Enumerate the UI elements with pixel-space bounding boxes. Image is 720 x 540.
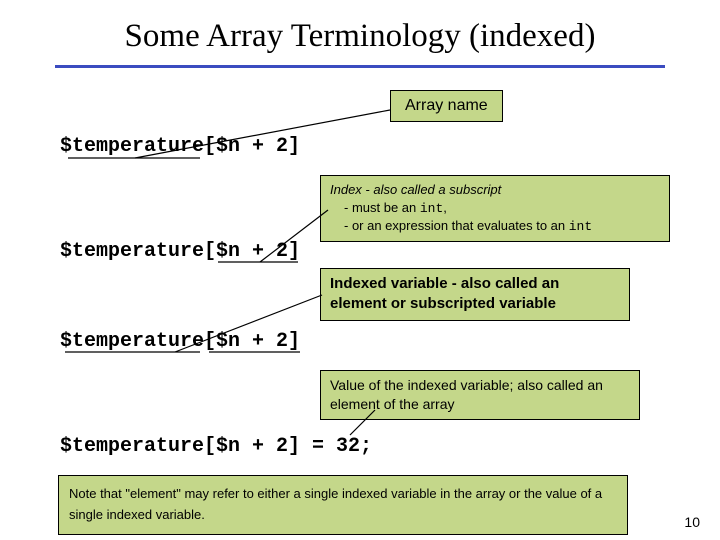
index-title: Index - also called a subscript: [330, 182, 501, 197]
code-line-3: $temperature[$n + 2]: [60, 330, 300, 353]
slide-title: Some Array Terminology (indexed): [0, 0, 720, 65]
annotation-index: Index - also called a subscript - must b…: [320, 175, 670, 242]
title-underline: [55, 65, 665, 68]
index-int1: int: [420, 201, 443, 216]
note-box: Note that "element" may refer to either …: [58, 475, 628, 535]
annotation-indexed-variable: Indexed variable - also called an elemen…: [320, 268, 630, 321]
index-int2: int: [569, 219, 592, 234]
index-bullet1-cont: ,: [443, 200, 447, 215]
code-line-4: $temperature[$n + 2] = 32;: [60, 435, 372, 458]
index-bullet2: - or an expression that evaluates to an: [344, 218, 569, 233]
code-line-1: $temperature[$n + 2]: [60, 135, 300, 158]
index-bullet1: - must be an: [344, 200, 420, 215]
annotation-array-name: Array name: [390, 90, 503, 122]
code-line-2: $temperature[$n + 2]: [60, 240, 300, 263]
page-number: 10: [684, 514, 700, 530]
annotation-value: Value of the indexed variable; also call…: [320, 370, 640, 420]
